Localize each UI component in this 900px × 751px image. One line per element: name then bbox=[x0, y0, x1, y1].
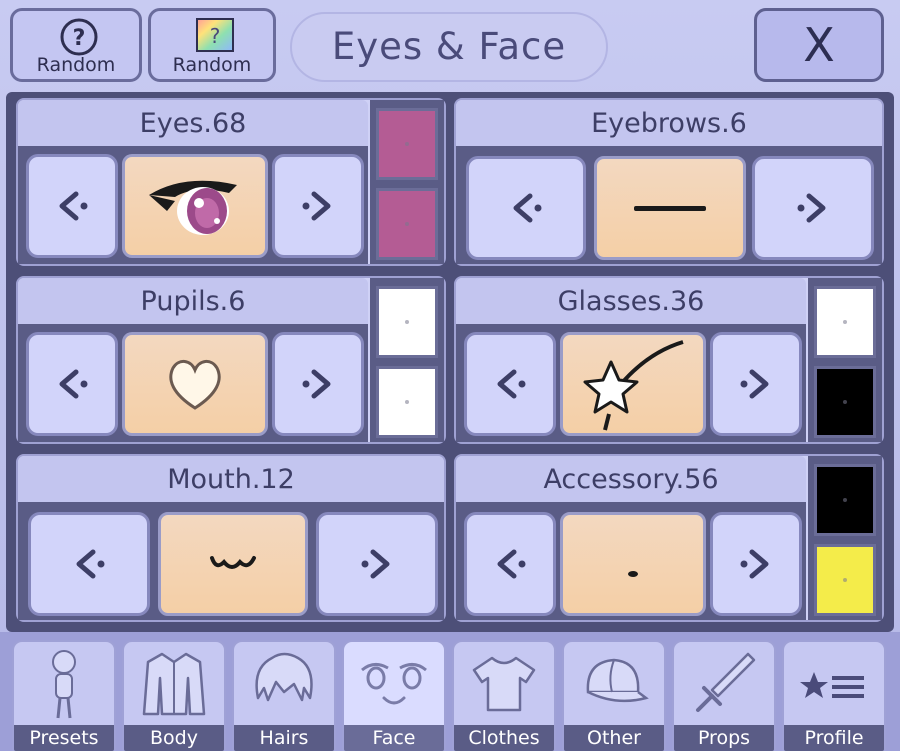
tab-face[interactable]: Face bbox=[342, 640, 446, 751]
tab-other-label: Other bbox=[564, 725, 664, 751]
eyes-next-button[interactable] bbox=[272, 154, 364, 258]
chevron-right-icon bbox=[302, 191, 331, 221]
panel-eyes-title: Eyes.68 bbox=[18, 100, 368, 146]
chevron-left-icon bbox=[497, 549, 526, 579]
glasses-color-swatch-2[interactable] bbox=[814, 366, 876, 438]
tab-clothes[interactable]: Clothes bbox=[452, 640, 556, 751]
tab-clothes-label: Clothes bbox=[454, 725, 554, 751]
random-button-1[interactable]: ? Random bbox=[10, 8, 142, 82]
pupils-preview bbox=[122, 332, 268, 436]
chevron-right-icon bbox=[361, 549, 390, 579]
random-button-2-label: Random bbox=[172, 54, 252, 76]
eyebrows-next-button[interactable] bbox=[752, 156, 874, 260]
editor-window: ? Random ? Random Eyes & Face X Eyes.68 … bbox=[0, 0, 900, 751]
pupils-color-swatch-1[interactable] bbox=[376, 286, 438, 358]
glasses-next-button[interactable] bbox=[710, 332, 802, 436]
top-bar: ? Random ? Random Eyes & Face X bbox=[6, 4, 894, 88]
tab-presets[interactable]: Presets bbox=[12, 640, 116, 751]
tab-body[interactable]: Body bbox=[122, 640, 226, 751]
jacket-icon bbox=[142, 652, 206, 716]
question-mark-icon: ? bbox=[60, 18, 98, 56]
glasses-preview bbox=[560, 332, 706, 436]
eyebrows-prev-button[interactable] bbox=[466, 156, 586, 260]
random-button-1-label: Random bbox=[36, 54, 116, 76]
mouth-prev-button[interactable] bbox=[28, 512, 150, 616]
svg-text:?: ? bbox=[73, 26, 86, 51]
tab-hairs-label: Hairs bbox=[234, 725, 334, 751]
panel-accessory: Accessory.56 bbox=[454, 454, 884, 622]
chevron-left-icon bbox=[59, 369, 88, 399]
chevron-right-icon bbox=[302, 369, 331, 399]
panel-mouth: Mouth.12 bbox=[16, 454, 446, 622]
person-icon bbox=[52, 650, 76, 719]
accessory-next-button[interactable] bbox=[710, 512, 802, 616]
accessory-prev-button[interactable] bbox=[464, 512, 556, 616]
panel-glasses-title: Glasses.36 bbox=[456, 278, 806, 324]
chevron-left-icon bbox=[513, 193, 542, 223]
cat-mouth-icon bbox=[210, 556, 256, 569]
panel-eyebrows: Eyebrows.6 bbox=[454, 98, 884, 266]
chevron-left-icon bbox=[497, 369, 526, 399]
panel-mouth-title: Mouth.12 bbox=[18, 456, 444, 502]
category-tab-bar: Presets Body Hairs Face Clothes Other Pr… bbox=[0, 632, 900, 751]
dot-accessory-icon bbox=[628, 570, 638, 577]
svg-text:?: ? bbox=[210, 24, 221, 48]
panel-eyes: Eyes.68 bbox=[16, 98, 446, 266]
eyes-color-swatch-2[interactable] bbox=[376, 188, 438, 260]
tab-body-label: Body bbox=[124, 725, 224, 751]
mouth-preview bbox=[158, 512, 308, 616]
random-button-2[interactable]: ? Random bbox=[148, 8, 276, 82]
tab-props[interactable]: Props bbox=[672, 640, 776, 751]
glasses-prev-button[interactable] bbox=[464, 332, 556, 436]
glasses-color-swatch-1[interactable] bbox=[814, 286, 876, 358]
close-button[interactable]: X bbox=[754, 8, 884, 82]
mouth-next-button[interactable] bbox=[316, 512, 438, 616]
chevron-right-icon bbox=[740, 369, 769, 399]
star-glasses-icon bbox=[583, 340, 684, 431]
eye-icon bbox=[149, 180, 237, 235]
tab-props-label: Props bbox=[674, 725, 774, 751]
options-grid: Eyes.68 Eyebrows.6 Pupils.6 Glasses.36 M… bbox=[6, 92, 894, 632]
pupils-color-swatch-2[interactable] bbox=[376, 366, 438, 438]
star-list-icon bbox=[800, 672, 864, 698]
heart-pupil-icon bbox=[169, 360, 221, 410]
eyebrows-preview bbox=[594, 156, 746, 260]
tab-face-label: Face bbox=[344, 725, 444, 751]
eyes-preview bbox=[122, 154, 268, 258]
accessory-preview bbox=[560, 512, 706, 616]
page-title: Eyes & Face bbox=[290, 12, 608, 82]
chevron-right-icon bbox=[740, 549, 769, 579]
accessory-color-swatch-2[interactable] bbox=[814, 544, 876, 616]
eyes-prev-button[interactable] bbox=[26, 154, 118, 258]
pupils-prev-button[interactable] bbox=[26, 332, 118, 436]
tab-presets-label: Presets bbox=[14, 725, 114, 751]
panel-pupils-title: Pupils.6 bbox=[18, 278, 368, 324]
eyebrow-line-icon bbox=[634, 206, 706, 211]
chevron-left-icon bbox=[76, 549, 105, 579]
hair-icon bbox=[255, 652, 313, 702]
panel-eyebrows-title: Eyebrows.6 bbox=[456, 100, 882, 146]
panel-glasses: Glasses.36 bbox=[454, 276, 884, 444]
accessory-color-swatch-1[interactable] bbox=[814, 464, 876, 536]
chevron-left-icon bbox=[59, 191, 88, 221]
tab-profile[interactable]: Profile bbox=[782, 640, 886, 751]
cap-icon bbox=[586, 658, 649, 703]
tab-profile-label: Profile bbox=[784, 725, 884, 751]
tab-other[interactable]: Other bbox=[562, 640, 666, 751]
sword-icon bbox=[696, 652, 756, 712]
eyes-color-swatch-1[interactable] bbox=[376, 108, 438, 180]
tab-hairs[interactable]: Hairs bbox=[232, 640, 336, 751]
pupils-next-button[interactable] bbox=[272, 332, 364, 436]
rainbow-question-icon: ? bbox=[196, 18, 234, 52]
panel-pupils: Pupils.6 bbox=[16, 276, 446, 444]
chevron-right-icon bbox=[797, 193, 826, 223]
face-icon bbox=[361, 663, 427, 705]
shirt-icon bbox=[472, 656, 536, 712]
panel-accessory-title: Accessory.56 bbox=[456, 456, 806, 502]
